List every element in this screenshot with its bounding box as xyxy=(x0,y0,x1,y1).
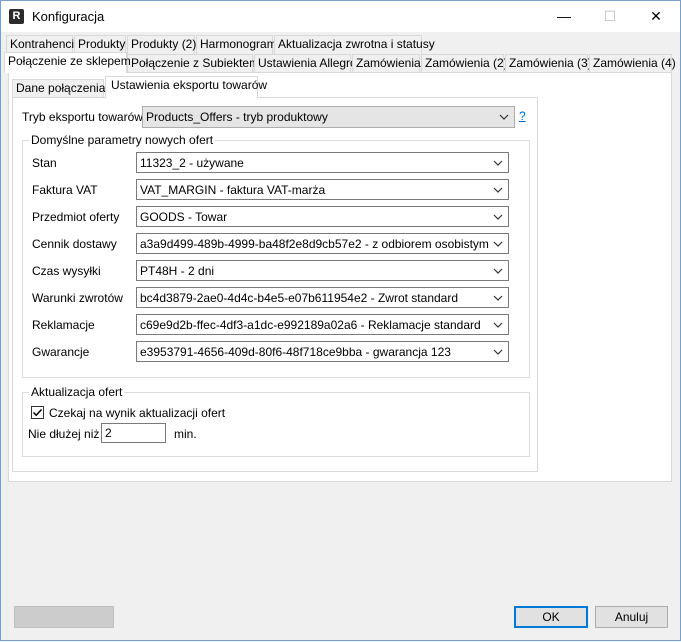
tab-produkty-2[interactable]: Produkty (2) xyxy=(127,35,196,54)
warunki-zwrotow-value: bc4d3879-2ae0-4d4c-b4e5-e07b611954e2 - Z… xyxy=(140,291,459,305)
cennik-dostawy-value: a3a9d499-489b-4999-ba48f2e8d9cb57e2 - z … xyxy=(140,237,489,251)
maximize-button: ☐ xyxy=(603,8,617,24)
czas-wysylki-select[interactable]: PT48H - 2 dni xyxy=(136,260,509,281)
tab-zamowienia-2[interactable]: Zamówienia (2) xyxy=(421,54,508,73)
stan-select[interactable]: 11323_2 - używane xyxy=(136,152,509,173)
tab-zamowienia-4[interactable]: Zamówienia (4) xyxy=(589,54,676,73)
cennik-dostawy-select[interactable]: a3a9d499-489b-4999-ba48f2e8d9cb57e2 - z … xyxy=(136,233,509,254)
export-mode-select[interactable]: Products_Offers - tryb produktowy xyxy=(142,106,515,128)
close-button[interactable]: ✕ xyxy=(633,1,679,32)
disabled-footer-button xyxy=(14,606,114,628)
przedmiot-oferty-select[interactable]: GOODS - Towar xyxy=(136,206,509,227)
chevron-down-icon xyxy=(493,268,503,274)
chevron-down-icon xyxy=(493,295,503,301)
chevron-down-icon xyxy=(493,349,503,355)
reklamacje-select[interactable]: c69e9d2b-ffec-4df3-a1dc-e992189a02a6 - R… xyxy=(136,314,509,335)
tab-aktualizacja-zwrotna[interactable]: Aktualizacja zwrotna i statusy xyxy=(274,35,435,54)
app-icon: R xyxy=(9,9,24,24)
config-window: R Konfiguracja — ☐ ✕ Kontrahenci Produkt… xyxy=(0,0,681,641)
stan-value: 11323_2 - używane xyxy=(140,156,244,170)
warunki-zwrotow-select[interactable]: bc4d3879-2ae0-4d4c-b4e5-e07b611954e2 - Z… xyxy=(136,287,509,308)
cancel-button[interactable]: Anuluj xyxy=(595,606,668,628)
ok-button[interactable]: OK xyxy=(514,606,588,628)
tab-harmonogram[interactable]: Harmonogram xyxy=(196,35,277,54)
help-link[interactable]: ? xyxy=(519,109,526,123)
export-mode-value: Products_Offers - tryb produktowy xyxy=(146,110,328,124)
chevron-down-icon xyxy=(493,214,503,220)
minimize-button[interactable]: — xyxy=(541,1,587,32)
gwarancje-select[interactable]: e3953791-4656-409d-80f6-48f718ce9bba - g… xyxy=(136,341,509,362)
gwarancje-value: e3953791-4656-409d-80f6-48f718ce9bba - g… xyxy=(140,345,451,359)
chevron-down-icon xyxy=(493,187,503,193)
chevron-down-icon xyxy=(493,241,503,247)
checkmark-icon xyxy=(32,408,43,417)
subtab-dane-polaczenia[interactable]: Dane połączenia xyxy=(12,79,105,98)
przedmiot-oferty-value: GOODS - Towar xyxy=(140,210,228,224)
chevron-down-icon xyxy=(493,160,503,166)
tab-zamowienia[interactable]: Zamówienia xyxy=(352,54,421,73)
limit-minutes-input[interactable]: 2 xyxy=(101,423,166,443)
czas-wysylki-value: PT48H - 2 dni xyxy=(140,264,215,278)
title-bar[interactable]: R Konfiguracja — ☐ ✕ xyxy=(1,1,680,32)
faktura-vat-value: VAT_MARGIN - faktura VAT-marża xyxy=(140,183,326,197)
wait-checkbox[interactable] xyxy=(31,406,44,419)
faktura-vat-select[interactable]: VAT_MARGIN - faktura VAT-marża xyxy=(136,179,509,200)
chevron-down-icon xyxy=(493,322,503,328)
tab-zamowienia-3[interactable]: Zamówienia (3) xyxy=(505,54,592,73)
chevron-down-icon xyxy=(499,114,509,120)
reklamacje-value: c69e9d2b-ffec-4df3-a1dc-e992189a02a6 - R… xyxy=(140,318,481,332)
subtab-ustawienia-eksportu[interactable]: Ustawienia eksportu towarów xyxy=(105,76,267,98)
tab-ustawienia-allegro[interactable]: Ustawienia Allegro xyxy=(254,54,357,73)
window-title: Konfiguracja xyxy=(32,9,105,24)
tab-polaczenie-ze-sklepem[interactable]: Połączenie ze sklepem xyxy=(4,52,131,73)
tab-polaczenie-z-subiektem[interactable]: Połączenie z Subiektem xyxy=(127,54,259,73)
